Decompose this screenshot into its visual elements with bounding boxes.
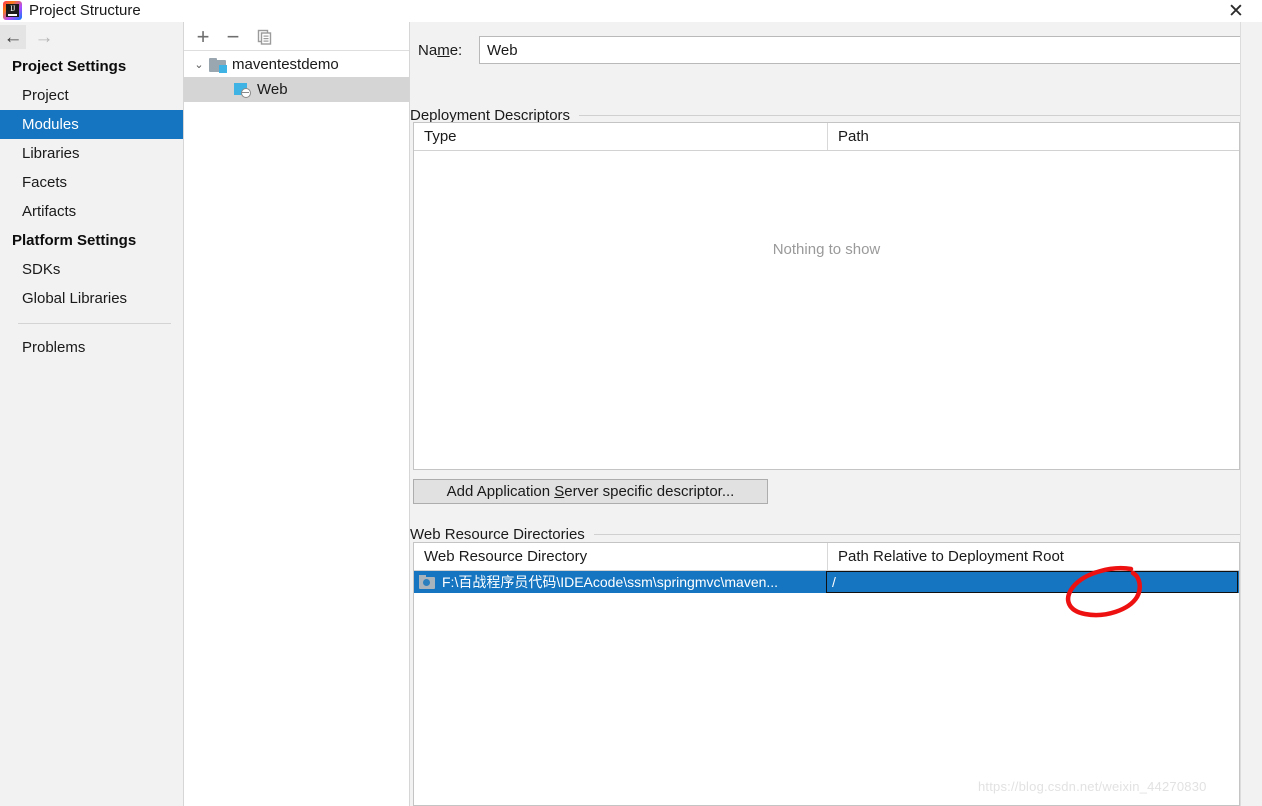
tree-node-web[interactable]: Web bbox=[184, 77, 409, 102]
sidebar-navigation-bar: ← → bbox=[0, 22, 183, 52]
section-divider bbox=[579, 114, 1262, 116]
intellij-idea-logo-icon: IJ bbox=[3, 1, 22, 20]
sidebar-item-problems[interactable]: Problems bbox=[0, 333, 183, 362]
window-title: Project Structure bbox=[29, 2, 141, 19]
csdn-watermark: https://blog.csdn.net/weixin_44270830 bbox=[978, 779, 1207, 794]
module-tree-toolbar: + − bbox=[184, 22, 409, 51]
right-toolbar-gutter bbox=[1240, 22, 1262, 806]
web-facet-icon bbox=[234, 82, 251, 98]
sidebar-item-modules[interactable]: Modules bbox=[0, 110, 183, 139]
name-label-mnemonic: m bbox=[437, 42, 450, 59]
tree-node-label: Web bbox=[257, 81, 288, 98]
copy-icon[interactable] bbox=[252, 24, 278, 49]
deployment-descriptors-title: Deployment Descriptors bbox=[410, 106, 571, 124]
add-descriptor-label-pre: Add Application bbox=[446, 483, 555, 500]
settings-sidebar: ← → Project Settings Project Modules Lib… bbox=[0, 22, 184, 806]
sidebar-item-project[interactable]: Project bbox=[0, 81, 183, 110]
tree-node-label: maventestdemo bbox=[232, 56, 339, 73]
name-label-post: e: bbox=[449, 42, 463, 59]
cell-web-resource-directory-text: F:\百战程序员代码\IDEAcode\ssm\springmvc\maven.… bbox=[442, 574, 779, 590]
module-folder-icon bbox=[209, 57, 227, 73]
sidebar-divider bbox=[18, 323, 171, 324]
web-resource-directories-section-header: Web Resource Directories bbox=[410, 524, 1262, 544]
sidebar-group-platform-settings: Platform Settings bbox=[12, 232, 137, 249]
name-input[interactable] bbox=[479, 36, 1258, 64]
plus-icon[interactable]: + bbox=[190, 24, 216, 49]
web-resource-directories-title: Web Resource Directories bbox=[410, 525, 585, 543]
column-header-web-resource-directory[interactable]: Web Resource Directory bbox=[414, 543, 827, 570]
name-label-pre: Na bbox=[418, 42, 438, 59]
minus-icon[interactable]: − bbox=[220, 24, 246, 49]
module-tree: ⌄ maventestdemo Web bbox=[184, 52, 409, 102]
sidebar-group-project-settings: Project Settings bbox=[12, 58, 127, 75]
arrow-left-icon[interactable]: ← bbox=[0, 25, 26, 49]
title-bar: IJ Project Structure ✕ bbox=[0, 0, 1262, 22]
close-icon[interactable]: ✕ bbox=[1216, 0, 1256, 22]
cell-web-resource-directory[interactable]: F:\百战程序员代码\IDEAcode\ssm\springmvc\maven.… bbox=[414, 571, 827, 593]
sidebar-item-list: Project Settings Project Modules Librari… bbox=[0, 52, 183, 362]
sidebar-item-global-libraries[interactable]: Global Libraries bbox=[0, 284, 183, 313]
module-settings-panel: Name: Deployment Descriptors Type Path N… bbox=[410, 22, 1262, 806]
sidebar-item-facets[interactable]: Facets bbox=[0, 168, 183, 197]
add-application-server-descriptor-button[interactable]: Add Application Server specific descript… bbox=[413, 479, 768, 504]
add-descriptor-label-post: erver specific descriptor... bbox=[564, 483, 735, 500]
project-structure-dialog: IJ Project Structure ✕ ← → Project Setti… bbox=[0, 0, 1262, 806]
sidebar-item-sdks[interactable]: SDKs bbox=[0, 255, 183, 284]
web-resource-directories-table-header: Web Resource Directory Path Relative to … bbox=[414, 543, 1239, 571]
deployment-descriptors-table: Type Path Nothing to show bbox=[413, 122, 1240, 470]
sidebar-item-libraries[interactable]: Libraries bbox=[0, 139, 183, 168]
module-tree-panel: + − ⌄ maventestdemo Web bbox=[184, 22, 410, 806]
web-resource-directories-table: Web Resource Directory Path Relative to … bbox=[413, 542, 1240, 806]
deployment-descriptors-empty-message: Nothing to show bbox=[772, 241, 881, 258]
chevron-down-icon[interactable]: ⌄ bbox=[189, 58, 209, 71]
cell-path-relative-to-deployment-root[interactable]: / bbox=[826, 571, 1238, 593]
column-header-path[interactable]: Path bbox=[827, 123, 1239, 150]
deployment-descriptors-table-header: Type Path bbox=[414, 123, 1239, 151]
arrow-right-icon[interactable]: → bbox=[31, 25, 57, 49]
column-header-path-relative-to-deployment-root[interactable]: Path Relative to Deployment Root bbox=[827, 543, 1239, 570]
section-divider-2 bbox=[593, 533, 1262, 535]
table-row[interactable]: F:\百战程序员代码\IDEAcode\ssm\springmvc\maven.… bbox=[414, 571, 1239, 593]
tree-node-maventestdemo[interactable]: ⌄ maventestdemo bbox=[184, 52, 409, 77]
name-field-row: Name: bbox=[410, 36, 1262, 70]
name-label: Name: bbox=[418, 42, 462, 59]
column-header-type[interactable]: Type bbox=[414, 123, 827, 150]
resource-folder-icon bbox=[419, 574, 435, 589]
add-descriptor-label-mnemonic: S bbox=[554, 483, 565, 500]
sidebar-item-artifacts[interactable]: Artifacts bbox=[0, 197, 183, 226]
